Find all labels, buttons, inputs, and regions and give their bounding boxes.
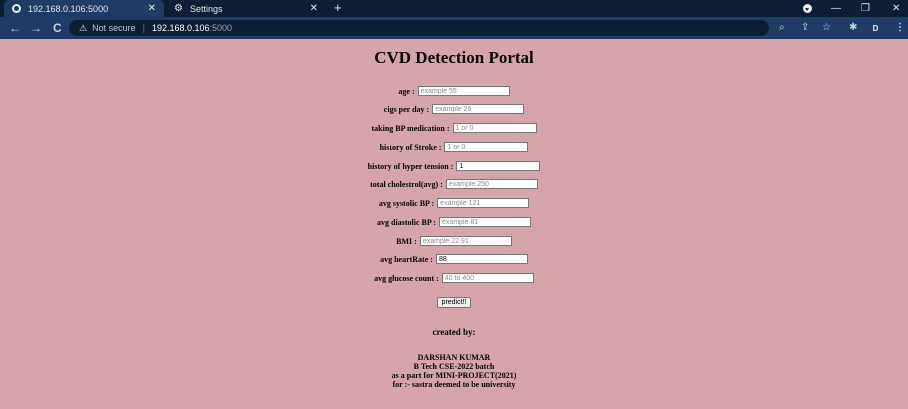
tab-close-icon[interactable]: ✕ xyxy=(148,3,156,14)
field-row-bmi: BMI : xyxy=(0,235,908,247)
tab-settings[interactable]: ⚙ Settings ✕ xyxy=(166,0,326,17)
credits-line: for :- sastra deemed to be university xyxy=(392,380,516,389)
url-port: :5000 xyxy=(209,23,233,33)
field-label: BMI : xyxy=(396,236,417,246)
tab-strip: 192.168.0.106:5000 ✕ ⚙ Settings ✕ + — ❐ … xyxy=(0,0,908,17)
restore-button[interactable]: ❐ xyxy=(861,0,870,17)
field-label: cigs per day : xyxy=(383,104,430,114)
field-row-cigs: cigs per day : xyxy=(0,103,908,115)
field-row-hypertension: history of hyper tension : xyxy=(0,160,908,172)
browser-toolbar: ← → C ⚠ Not secure | 192.168.0.106:5000 … xyxy=(0,17,908,39)
url-host: 192.168.0.106 xyxy=(151,23,210,33)
field-label: age : xyxy=(398,86,415,96)
tab-close-icon[interactable]: ✕ xyxy=(310,3,318,14)
field-row-heartrate: avg heartRate : xyxy=(0,253,908,265)
age-input[interactable] xyxy=(417,86,510,96)
glucose-input[interactable] xyxy=(441,273,534,283)
minimize-button[interactable]: — xyxy=(831,0,841,17)
systolic-bp-input[interactable] xyxy=(437,198,530,208)
warning-icon: ⚠ xyxy=(79,22,88,33)
menu-icon[interactable]: ⋮ xyxy=(895,21,905,35)
tab-active[interactable]: 192.168.0.106:5000 ✕ xyxy=(4,0,164,17)
field-label: history of Stroke : xyxy=(379,142,442,152)
not-secure-label: Not secure xyxy=(92,23,136,33)
field-row-diastolic: avg diastolic BP : xyxy=(0,216,908,228)
field-label: avg glucose count : xyxy=(374,273,439,283)
field-row-age: age : xyxy=(0,85,908,97)
diastolic-bp-input[interactable] xyxy=(438,217,531,227)
cholesterol-input[interactable] xyxy=(445,179,538,189)
cigs-per-day-input[interactable] xyxy=(432,104,525,114)
field-row-bp-medication: taking BP medication : xyxy=(0,122,908,134)
globe-icon xyxy=(12,4,21,13)
field-label: history of hyper tension : xyxy=(367,161,454,171)
credits-line: DARSHAN KUMAR xyxy=(417,353,491,362)
share-icon[interactable]: ⇪ xyxy=(801,21,809,35)
star-icon[interactable]: ☆ xyxy=(822,21,831,35)
window-close-button[interactable]: ✕ xyxy=(892,0,900,17)
chevron-down-icon xyxy=(803,4,812,13)
zoom-icon[interactable]: ⌕ xyxy=(779,21,785,35)
heart-rate-input[interactable] xyxy=(435,254,528,264)
field-label: avg systolic BP : xyxy=(378,198,435,208)
bmi-input[interactable] xyxy=(419,236,512,246)
hypertension-input[interactable] xyxy=(456,161,541,171)
credits-heading: created by: xyxy=(432,327,476,337)
address-bar[interactable]: ⚠ Not secure | 192.168.0.106:5000 xyxy=(69,20,769,36)
new-tab-button[interactable]: + xyxy=(334,1,342,15)
tab-title: Settings xyxy=(189,3,223,14)
field-row-systolic: avg systolic BP : xyxy=(0,197,908,209)
forward-arrow-icon[interactable]: → xyxy=(30,21,42,35)
field-row-stroke: history of Stroke : xyxy=(0,141,908,153)
field-row-cholesterol: total cholestrol(avg) : xyxy=(0,178,908,190)
stroke-history-input[interactable] xyxy=(444,142,529,152)
extensions-icon[interactable]: ✱ xyxy=(849,21,857,35)
submit-row: predict!! xyxy=(0,291,908,309)
credits-line: B Tech CSE-2022 batch xyxy=(413,362,495,371)
profile-avatar[interactable]: D xyxy=(869,22,882,35)
divider: | xyxy=(142,23,145,33)
field-label: avg heartRate : xyxy=(380,254,433,264)
field-label: total cholestrol(avg) : xyxy=(370,179,443,189)
reload-icon[interactable]: C xyxy=(53,21,62,35)
field-label: avg diastolic BP : xyxy=(377,217,436,227)
credits-line: as a part for MINI-PROJECT(2021) xyxy=(391,371,517,380)
back-arrow-icon[interactable]: ← xyxy=(9,21,21,35)
page-title: CVD Detection Portal xyxy=(374,48,534,67)
predict-button[interactable]: predict!! xyxy=(436,297,472,308)
field-label: taking BP medication : xyxy=(371,123,450,133)
tab-search-button[interactable] xyxy=(803,0,812,17)
field-row-glucose: avg glucose count : xyxy=(0,272,908,284)
tab-title: 192.168.0.106:5000 xyxy=(28,3,109,14)
bp-medication-input[interactable] xyxy=(452,123,537,133)
gear-icon: ⚙ xyxy=(174,2,183,14)
page-content: CVD Detection Portal age : cigs per day … xyxy=(0,39,908,409)
